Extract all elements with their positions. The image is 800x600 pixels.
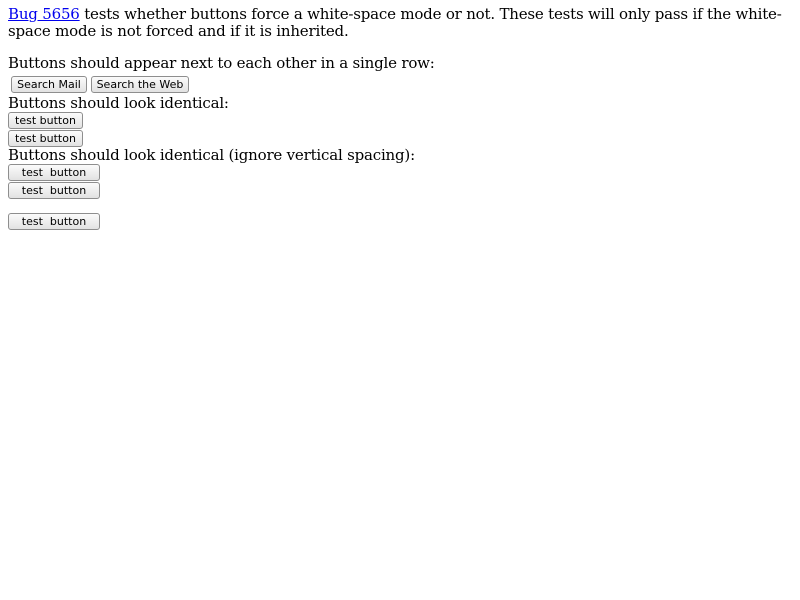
intro-text: tests whether buttons force a white-spac… bbox=[8, 5, 782, 40]
section1-label: Buttons should appear next to each other… bbox=[8, 54, 435, 72]
test-button-5[interactable]: test button bbox=[8, 213, 100, 230]
intro-paragraph: Bug 5656 tests whether buttons force a w… bbox=[8, 6, 794, 40]
test-button-3[interactable]: test button bbox=[8, 164, 100, 181]
search-mail-button[interactable]: Search Mail bbox=[11, 76, 87, 93]
bug-link[interactable]: Bug 5656 bbox=[8, 5, 80, 23]
section2-label: Buttons should look identical: bbox=[8, 94, 229, 112]
test-button-1[interactable]: test button bbox=[8, 112, 83, 129]
search-web-button[interactable]: Search the Web bbox=[91, 76, 189, 93]
section3-label: Buttons should look identical (ignore ve… bbox=[8, 146, 415, 164]
test-button-4[interactable]: test button bbox=[8, 182, 100, 199]
test-button-2[interactable]: test button bbox=[8, 130, 83, 147]
